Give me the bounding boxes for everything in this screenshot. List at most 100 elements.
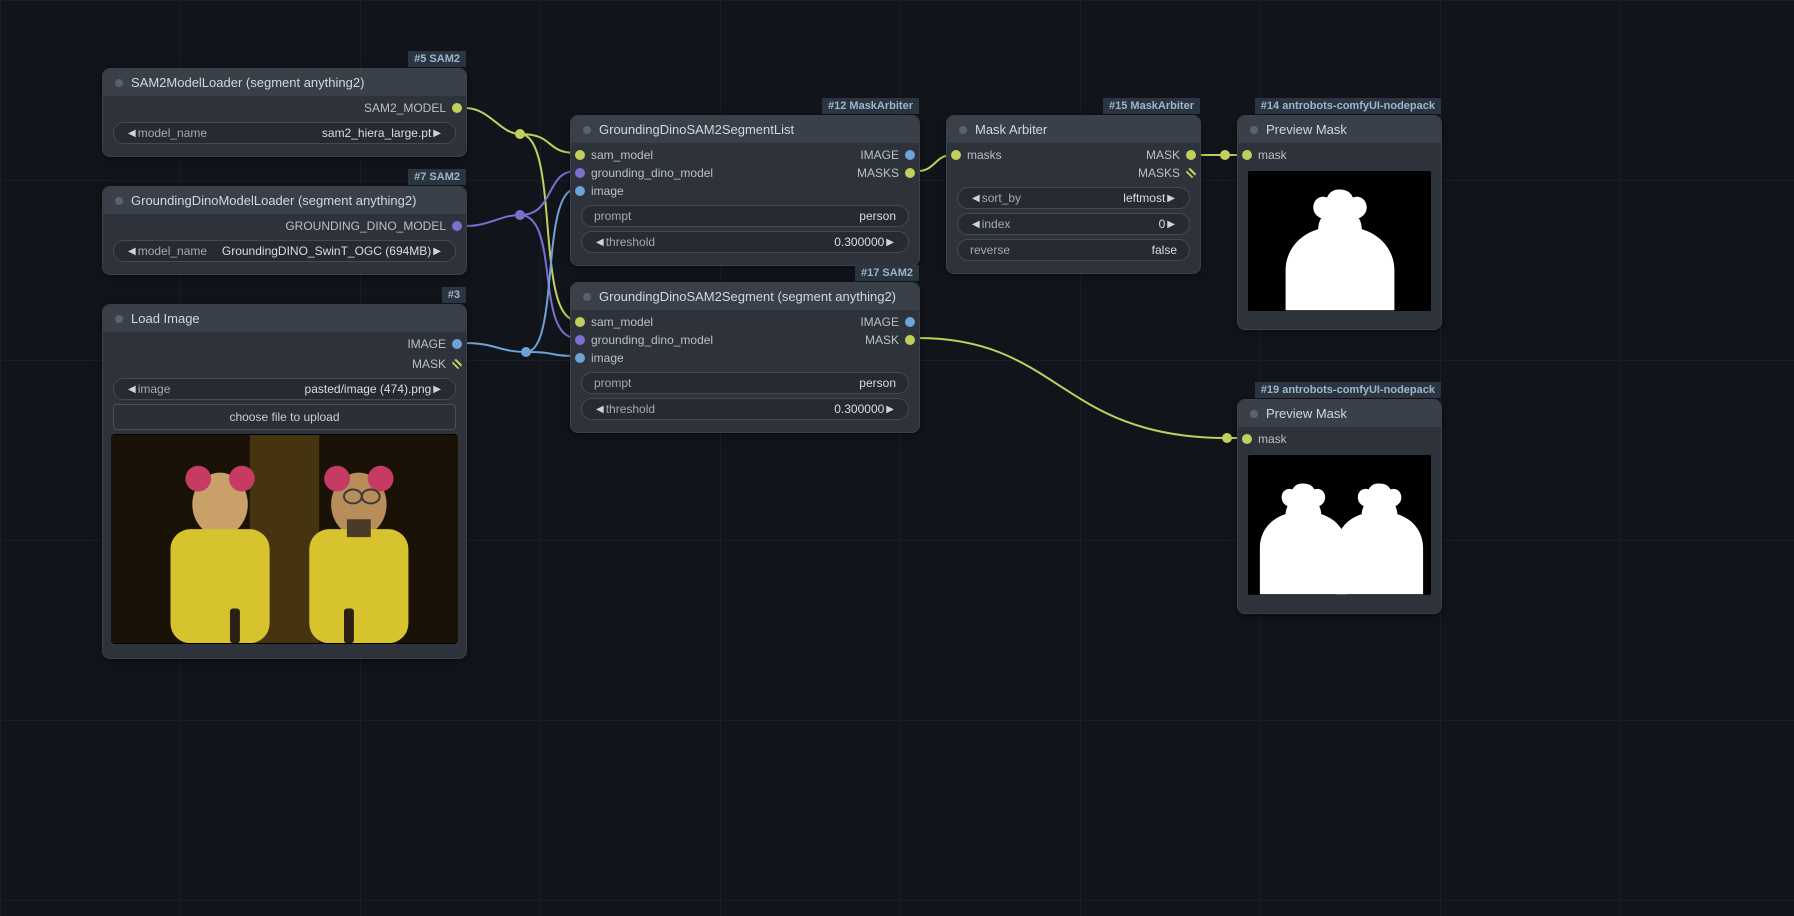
widget-prompt[interactable]: prompt person: [581, 372, 909, 394]
port-icon[interactable]: [905, 317, 915, 327]
arrow-right-icon[interactable]: ▶: [1165, 219, 1177, 230]
arrow-right-icon[interactable]: ▶: [431, 128, 443, 139]
collapse-dot-icon[interactable]: [583, 293, 591, 301]
collapse-dot-icon[interactable]: [583, 126, 591, 134]
port-icon[interactable]: [905, 335, 915, 345]
node-title[interactable]: Preview Mask: [1238, 400, 1441, 427]
port-icon[interactable]: [575, 168, 585, 178]
arrow-left-icon[interactable]: ◀: [126, 246, 138, 257]
port-icon[interactable]: [1242, 150, 1252, 160]
node-preview-mask-single[interactable]: #14 antrobots-comfyUI-nodepack Preview M…: [1237, 115, 1442, 330]
widget-model-name[interactable]: ◀ model_name GroundingDINO_SwinT_OGC (69…: [113, 240, 456, 262]
output-image[interactable]: IMAGE: [860, 147, 915, 163]
port-icon[interactable]: [452, 103, 462, 113]
port-icon[interactable]: [575, 150, 585, 160]
input-image[interactable]: image: [575, 183, 713, 199]
node-load-image[interactable]: #3 Load Image IMAGE MASK ◀ image pasted/…: [102, 304, 467, 659]
input-grounding-dino-model[interactable]: grounding_dino_model: [575, 165, 713, 181]
node-title[interactable]: GroundingDinoModelLoader (segment anythi…: [103, 187, 466, 214]
arrow-left-icon[interactable]: ◀: [970, 193, 982, 204]
port-icon[interactable]: [452, 221, 462, 231]
node-sam2-model-loader[interactable]: #5 SAM2 SAM2ModelLoader (segment anythin…: [102, 68, 467, 157]
node-grounding-dino-sam2-segment[interactable]: #17 SAM2 GroundingDinoSAM2Segment (segme…: [570, 282, 920, 433]
arrow-left-icon[interactable]: ◀: [594, 237, 606, 248]
arrow-left-icon[interactable]: ◀: [594, 404, 606, 415]
title-text: GroundingDinoModelLoader (segment anythi…: [131, 193, 416, 208]
arrow-right-icon[interactable]: ▶: [1165, 193, 1177, 204]
output-mask[interactable]: MASK: [865, 332, 915, 348]
mask-preview: [1248, 455, 1431, 595]
node-tag: #12 MaskArbiter: [822, 98, 919, 114]
input-mask[interactable]: mask: [1238, 145, 1441, 165]
title-text: Mask Arbiter: [975, 122, 1047, 137]
node-grounding-dino-loader[interactable]: #7 SAM2 GroundingDinoModelLoader (segmen…: [102, 186, 467, 275]
input-masks[interactable]: masks: [951, 147, 1002, 163]
node-mask-arbiter[interactable]: #15 MaskArbiter Mask Arbiter masks MASK …: [946, 115, 1201, 274]
widget-threshold[interactable]: ◀ threshold 0.300000 ▶: [581, 398, 909, 420]
arrow-right-icon[interactable]: ▶: [431, 246, 443, 257]
output-grounding-dino-model[interactable]: GROUNDING_DINO_MODEL: [103, 216, 466, 236]
node-tag: #17 SAM2: [855, 265, 919, 281]
collapse-dot-icon[interactable]: [959, 126, 967, 134]
output-image[interactable]: IMAGE: [103, 334, 466, 354]
node-title[interactable]: Preview Mask: [1238, 116, 1441, 143]
arrow-right-icon[interactable]: ▶: [884, 237, 896, 248]
port-icon[interactable]: [575, 335, 585, 345]
output-sam2-model[interactable]: SAM2_MODEL: [103, 98, 466, 118]
widget-threshold[interactable]: ◀ threshold 0.300000 ▶: [581, 231, 909, 253]
collapse-dot-icon[interactable]: [115, 79, 123, 87]
collapse-dot-icon[interactable]: [1250, 126, 1258, 134]
port-icon[interactable]: [452, 359, 462, 369]
input-sam-model[interactable]: sam_model: [575, 147, 713, 163]
widget-prompt[interactable]: prompt person: [581, 205, 909, 227]
collapse-dot-icon[interactable]: [1250, 410, 1258, 418]
input-grounding-dino-model[interactable]: grounding_dino_model: [575, 332, 713, 348]
arrow-left-icon[interactable]: ◀: [970, 219, 982, 230]
title-text: GroundingDinoSAM2SegmentList: [599, 122, 794, 137]
node-tag: #14 antrobots-comfyUI-nodepack: [1255, 98, 1441, 114]
collapse-dot-icon[interactable]: [115, 197, 123, 205]
output-masks[interactable]: MASKS: [1138, 165, 1196, 181]
port-icon[interactable]: [905, 150, 915, 160]
input-image[interactable]: image: [575, 350, 713, 366]
title-text: Load Image: [131, 311, 200, 326]
widget-image-path[interactable]: ◀ image pasted/image (474).png ▶: [113, 378, 456, 400]
widget-sort-by[interactable]: ◀ sort_by leftmost ▶: [957, 187, 1190, 209]
loaded-image-preview: [111, 435, 458, 643]
output-mask[interactable]: MASK: [103, 354, 466, 374]
node-title[interactable]: GroundingDinoSAM2SegmentList: [571, 116, 919, 143]
port-icon[interactable]: [1242, 434, 1252, 444]
arrow-left-icon[interactable]: ◀: [126, 128, 138, 139]
node-preview-mask-double[interactable]: #19 antrobots-comfyUI-nodepack Preview M…: [1237, 399, 1442, 614]
node-grounding-dino-sam2-segment-list[interactable]: #12 MaskArbiter GroundingDinoSAM2Segment…: [570, 115, 920, 266]
collapse-dot-icon[interactable]: [115, 315, 123, 323]
widget-index[interactable]: ◀ index 0 ▶: [957, 213, 1190, 235]
node-title[interactable]: Load Image: [103, 305, 466, 332]
title-text: Preview Mask: [1266, 406, 1347, 421]
widget-reverse[interactable]: reverse false: [957, 239, 1190, 261]
port-icon[interactable]: [905, 168, 915, 178]
input-mask[interactable]: mask: [1238, 429, 1441, 449]
arrow-left-icon[interactable]: ◀: [126, 384, 138, 395]
node-title[interactable]: Mask Arbiter: [947, 116, 1200, 143]
port-icon[interactable]: [1186, 150, 1196, 160]
port-icon[interactable]: [452, 339, 462, 349]
output-image[interactable]: IMAGE: [860, 314, 915, 330]
port-icon[interactable]: [1186, 168, 1196, 178]
arrow-right-icon[interactable]: ▶: [884, 404, 896, 415]
output-mask[interactable]: MASK: [1146, 147, 1196, 163]
mask-silhouette-single: [1248, 171, 1431, 311]
arrow-right-icon[interactable]: ▶: [431, 384, 443, 395]
node-title[interactable]: GroundingDinoSAM2Segment (segment anythi…: [571, 283, 919, 310]
output-masks[interactable]: MASKS: [857, 165, 915, 181]
port-icon[interactable]: [575, 317, 585, 327]
title-text: Preview Mask: [1266, 122, 1347, 137]
choose-file-button[interactable]: choose file to upload: [113, 404, 456, 430]
title-text: SAM2ModelLoader (segment anything2): [131, 75, 364, 90]
port-icon[interactable]: [575, 186, 585, 196]
port-icon[interactable]: [951, 150, 961, 160]
port-icon[interactable]: [575, 353, 585, 363]
input-sam-model[interactable]: sam_model: [575, 314, 713, 330]
node-title[interactable]: SAM2ModelLoader (segment anything2): [103, 69, 466, 96]
widget-model-name[interactable]: ◀ model_name sam2_hiera_large.pt ▶: [113, 122, 456, 144]
